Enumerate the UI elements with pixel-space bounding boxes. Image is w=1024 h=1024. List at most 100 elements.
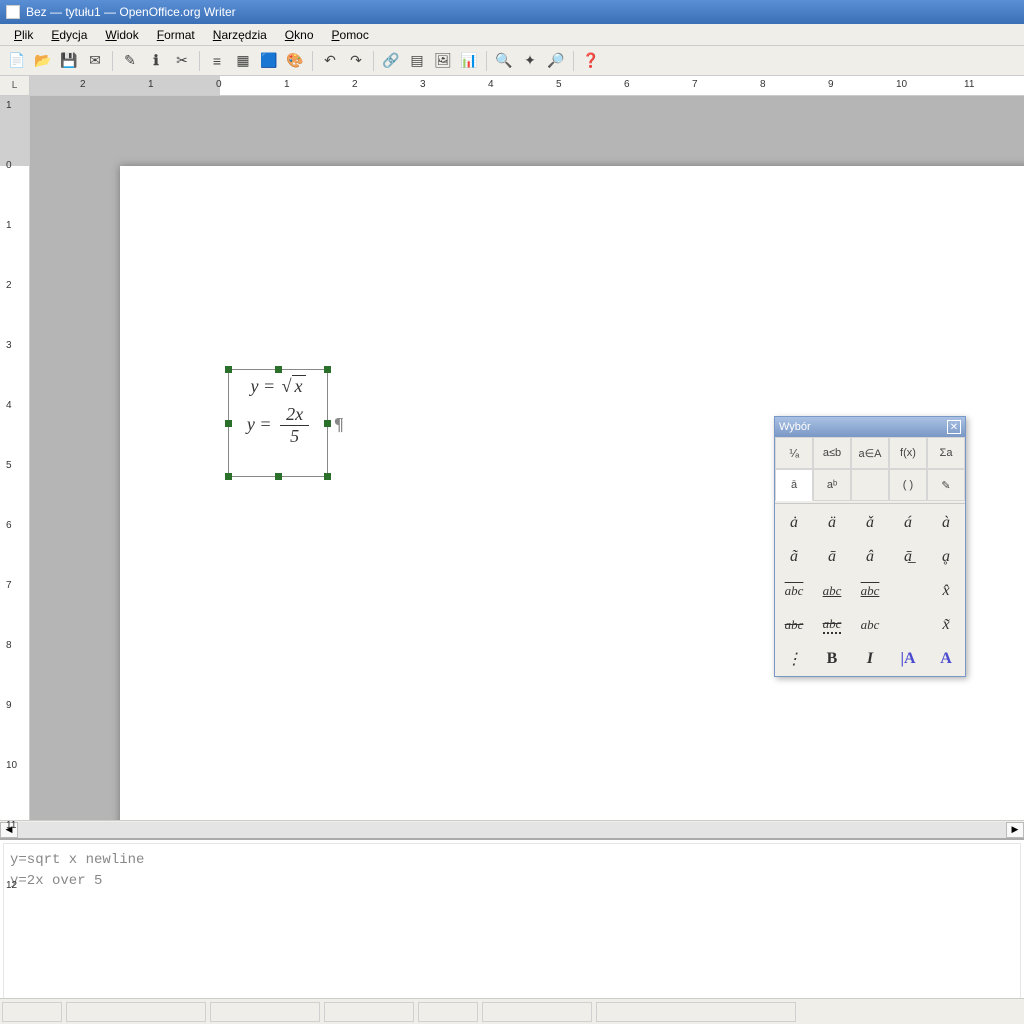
grid-button[interactable]: ▦ [232, 50, 254, 72]
ruler-tick: 7 [692, 79, 698, 90]
palette-titlebar[interactable]: Wybór ✕ [775, 417, 965, 437]
ruler-tick: 2 [80, 79, 86, 90]
ruler-tick: 1 [284, 79, 290, 90]
palette-cell[interactable]: abc [851, 608, 889, 642]
equation-object[interactable]: y = x y = 2x 5 [228, 369, 328, 477]
search-button[interactable]: 🔍 [493, 50, 515, 72]
palette-cell[interactable]: |A [889, 642, 927, 676]
menu-pomoc[interactable]: Pomoc [324, 26, 377, 44]
nav-button[interactable]: ✦ [519, 50, 541, 72]
palette-cell[interactable]: ā [813, 540, 851, 574]
mail-button[interactable]: ✉ [84, 50, 106, 72]
vertical-ruler[interactable]: 10123456789101112 [0, 96, 30, 820]
palette-tab-5[interactable]: ā [775, 469, 813, 501]
palette-tab-6[interactable]: aᵇ [813, 469, 851, 501]
formula-input-pane[interactable]: y=sqrt x newline y=2x over 5 [0, 838, 1024, 998]
resize-handle[interactable] [275, 473, 282, 480]
align-left-button[interactable]: ≡ [206, 50, 228, 72]
status-cell [418, 1002, 478, 1022]
ruler-tick: 8 [6, 640, 12, 651]
main-toolbar: 📄 📂 💾 ✉ ✎ ℹ ✂ ≡ ▦ 🟦 🎨 ↶ ↷ 🔗 ▤ 🖼 📊 🔍 ✦ 🔎 … [0, 46, 1024, 76]
palette-tab-3[interactable]: f(x) [889, 437, 927, 469]
open-button[interactable]: 📂 [32, 50, 54, 72]
ruler-tick: 1 [6, 100, 12, 111]
palette-cell[interactable]: x̂ [927, 574, 965, 608]
menu-widok[interactable]: Widok [97, 26, 146, 44]
formula-elements-palette[interactable]: Wybór ✕ ⅟ₐa≤ba∈Af(x)Σaāaᵇ( )✎ ȧäǎáàãāâā̲… [774, 416, 966, 677]
horizontal-ruler[interactable]: 210123456789101112131415 [30, 76, 1024, 95]
palette-tab-8[interactable]: ( ) [889, 469, 927, 501]
palette-tab-1[interactable]: a≤b [813, 437, 851, 469]
menu-plik[interactable]: Plik [6, 26, 41, 44]
resize-handle[interactable] [225, 473, 232, 480]
pilcrow-icon: ¶ [334, 414, 344, 435]
menu-okno[interactable]: Okno [277, 26, 322, 44]
palette-cell[interactable]: ã [775, 540, 813, 574]
ruler-tick: 0 [216, 79, 222, 90]
document-icon [6, 5, 20, 19]
document-workspace[interactable]: y = x y = 2x 5 ¶ Wybór ✕ ⅟ₐa≤ba∈Af(x)Σa ā… [30, 96, 1024, 820]
palette-tab-0[interactable]: ⅟ₐ [775, 437, 813, 469]
scroll-track[interactable] [18, 822, 1006, 838]
table-button[interactable]: ▤ [406, 50, 428, 72]
redo-button[interactable]: ↷ [345, 50, 367, 72]
ruler-tick: 10 [896, 79, 907, 90]
scroll-right-button[interactable]: ▶ [1006, 822, 1024, 838]
palette-cell[interactable]: á [889, 506, 927, 540]
status-cell [324, 1002, 414, 1022]
palette-cell[interactable]: abc [813, 574, 851, 608]
formula-input-text[interactable]: y=sqrt x newline y=2x over 5 [3, 843, 1021, 998]
undo-button[interactable]: ↶ [319, 50, 341, 72]
palette-cell[interactable]: ä [813, 506, 851, 540]
palette-cell[interactable]: â [851, 540, 889, 574]
palette-tab-9[interactable]: ✎ [927, 469, 965, 501]
chart-button[interactable]: 📊 [458, 50, 480, 72]
palette-cell[interactable]: ȧ [775, 506, 813, 540]
help-button[interactable]: ❓ [580, 50, 602, 72]
palette-cell[interactable]: abc [813, 608, 851, 642]
menu-format[interactable]: Format [149, 26, 203, 44]
palette-tab-7[interactable] [851, 469, 889, 501]
resize-handle[interactable] [324, 420, 331, 427]
resize-handle[interactable] [324, 366, 331, 373]
horizontal-scrollbar[interactable]: ◀ ▶ [0, 820, 1024, 838]
palette-category-tabs: ⅟ₐa≤ba∈Af(x)Σa āaᵇ ( )✎ [775, 437, 965, 501]
palette-cell[interactable]: abc [851, 574, 889, 608]
palette-cell[interactable]: abc [775, 608, 813, 642]
palette-cell[interactable]: A [927, 642, 965, 676]
palette-cell[interactable]: abc [775, 574, 813, 608]
image-button[interactable]: 🖼 [432, 50, 454, 72]
close-icon[interactable]: ✕ [947, 420, 961, 434]
link-button[interactable]: 🔗 [380, 50, 402, 72]
resize-handle[interactable] [324, 473, 331, 480]
palette-cell[interactable]: I [851, 642, 889, 676]
zoom-button[interactable]: 🔎 [545, 50, 567, 72]
new-doc-button[interactable]: 📄 [6, 50, 28, 72]
palette-tab-4[interactable]: Σa [927, 437, 965, 469]
cut-button[interactable]: ✂ [171, 50, 193, 72]
color-button[interactable]: 🟦 [258, 50, 280, 72]
resize-handle[interactable] [225, 420, 232, 427]
palette-symbol-grid: ȧäǎáàãāâā̲ḁabcabcabcx̂abcabcabcx̃⋮BI|AA [775, 506, 965, 676]
palette-button[interactable]: 🎨 [284, 50, 306, 72]
palette-tab-2[interactable]: a∈A [851, 437, 889, 469]
save-button[interactable]: 💾 [58, 50, 80, 72]
palette-cell[interactable]: ⋮ [775, 642, 813, 676]
palette-cell[interactable]: x̃ [927, 608, 965, 642]
info-button[interactable]: ℹ [145, 50, 167, 72]
palette-cell [889, 574, 927, 608]
edit-button[interactable]: ✎ [119, 50, 141, 72]
resize-handle[interactable] [275, 366, 282, 373]
status-cell [2, 1002, 62, 1022]
status-cell [482, 1002, 592, 1022]
equation-denominator: 5 [284, 426, 305, 448]
menu-narzędzia[interactable]: Narzędzia [205, 26, 275, 44]
palette-cell[interactable]: ā̲ [889, 540, 927, 574]
palette-cell[interactable]: B [813, 642, 851, 676]
palette-cell[interactable]: à [927, 506, 965, 540]
palette-cell[interactable]: ḁ [927, 540, 965, 574]
menu-edycja[interactable]: Edycja [43, 26, 95, 44]
palette-cell[interactable]: ǎ [851, 506, 889, 540]
ruler-tick: 10 [6, 760, 17, 771]
resize-handle[interactable] [225, 366, 232, 373]
